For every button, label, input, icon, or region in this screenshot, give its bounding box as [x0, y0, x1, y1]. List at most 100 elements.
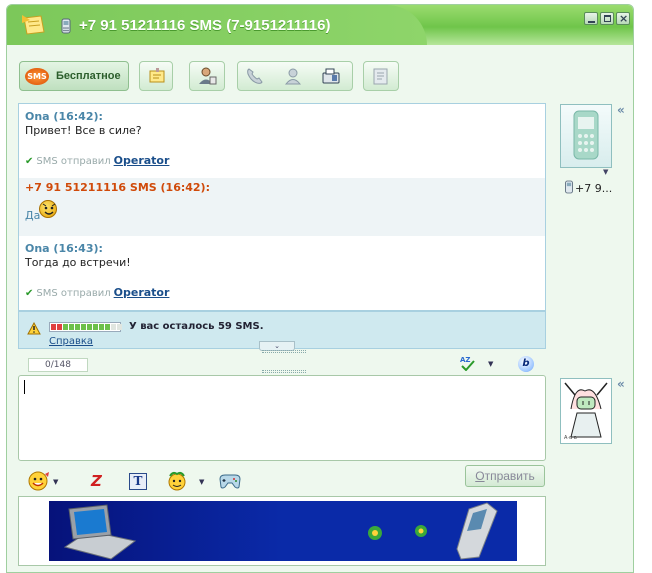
flower-icon: [368, 525, 427, 540]
meter-segment: [93, 324, 98, 330]
ad-banner-frame: [18, 496, 546, 566]
message-item: Ona (16:43): Тогда до встречи! ✔ SMS отпр…: [19, 236, 545, 310]
message-text: Тогда до встречи!: [25, 256, 131, 269]
meter-segment: [75, 324, 80, 330]
message-text: Привет! Все в силе?: [25, 124, 142, 137]
meter-segment: [111, 324, 116, 330]
notes-button[interactable]: [139, 61, 173, 91]
operator-link[interactable]: Operator: [114, 154, 170, 167]
ad-banner[interactable]: [49, 501, 517, 561]
message-item: Ona (16:42): Привет! Все в силе? ✔ SMS от…: [19, 104, 545, 178]
meter-segment: [57, 324, 62, 330]
maximize-button[interactable]: [600, 12, 614, 25]
contact-entry[interactable]: +7 9...: [563, 180, 612, 195]
window-title: +7 91 51211116 SMS (7-9151211116): [79, 17, 331, 34]
chevron-down-icon: ⌄: [274, 342, 280, 350]
status-text: SMS отправил: [36, 156, 111, 167]
meter-segment: [69, 324, 74, 330]
message-sender: Ona (16:42):: [25, 110, 103, 123]
call-button[interactable]: [238, 62, 276, 90]
sms-remaining-text: У вас осталось 59 SMS.: [129, 321, 264, 332]
desktop-edge: [636, 0, 652, 573]
cartoon-avatar-image: A·d·a: [564, 382, 608, 441]
delivery-status: ✔ SMS отправил Operator: [25, 154, 169, 167]
spellcheck-dropdown-icon[interactable]: ▼: [488, 360, 493, 368]
character-counter: 0/148: [28, 358, 88, 372]
spellcheck-icon[interactable]: AZ: [459, 355, 475, 371]
message-sender: Ona (16:43):: [25, 242, 103, 255]
contact-number: +7 9...: [575, 182, 613, 195]
history-icon: [373, 68, 388, 85]
fax-button[interactable]: [314, 62, 352, 90]
meter-segment: [105, 324, 110, 330]
free-sms-label: Бесплатное: [56, 70, 121, 82]
avatar-dropdown-icon[interactable]: ▼: [603, 168, 608, 176]
message-item: +7 91 51211116 SMS (16:42): Да: [19, 178, 545, 236]
contact-info-button[interactable]: [189, 61, 225, 91]
close-button[interactable]: ×: [616, 12, 630, 25]
call-tools-group: [237, 61, 353, 91]
call-icon: [247, 68, 263, 84]
sms-window: +7 91 51211116 SMS (7-9151211116) × SMS …: [6, 4, 634, 573]
voice-icon: [284, 68, 302, 85]
meter-segment: [99, 324, 104, 330]
font-icon[interactable]: T: [129, 473, 147, 490]
svg-text:AZ: AZ: [460, 356, 471, 364]
operator-link[interactable]: Operator: [114, 286, 170, 299]
sms-icon: SMS: [25, 68, 49, 85]
meter-segment: [63, 324, 68, 330]
mobile-phone-icon: [61, 18, 71, 34]
minimize-button[interactable]: [584, 12, 598, 25]
title-bar[interactable]: +7 91 51211116 SMS (7-9151211116) ×: [7, 5, 633, 45]
status-text: SMS отправил: [36, 288, 111, 299]
check-icon: ✔: [25, 288, 34, 299]
send-label: тправить: [484, 469, 535, 483]
message-sender: +7 91 51211116 SMS (16:42):: [25, 181, 210, 194]
emoticons-icon[interactable]: [27, 470, 51, 492]
mobile-phone-icon: [456, 502, 498, 560]
meter-segment: [51, 324, 56, 330]
banner-artwork: [63, 502, 498, 560]
contact-info-icon: [199, 67, 217, 85]
message-history[interactable]: Ona (16:42): Привет! Все в силе? ✔ SMS от…: [18, 103, 546, 311]
voice-button[interactable]: [276, 62, 314, 90]
format-icon[interactable]: b: [518, 356, 534, 372]
maximize-icon: [604, 15, 611, 22]
winks-icon[interactable]: [165, 470, 191, 492]
emoticons-dropdown-icon[interactable]: ▼: [53, 478, 58, 486]
splitter-handle[interactable]: [262, 370, 306, 373]
games-icon[interactable]: [217, 470, 243, 492]
free-sms-button[interactable]: SMS Бесплатное: [19, 61, 129, 91]
user-avatar[interactable]: A·d·a: [560, 378, 612, 444]
message-input[interactable]: [18, 375, 546, 461]
text-caret: [24, 380, 25, 394]
collapse-sidebar-icon[interactable]: «: [617, 103, 625, 117]
svg-text:A·d·a: A·d·a: [564, 435, 577, 441]
meter-segment: [117, 324, 122, 330]
minimize-icon: [588, 21, 595, 23]
message-text: Да: [25, 209, 41, 222]
help-link[interactable]: Справка: [49, 336, 93, 347]
close-icon: ×: [619, 12, 629, 25]
fax-icon: [322, 68, 340, 84]
warning-icon: [27, 322, 41, 335]
check-icon: ✔: [25, 156, 34, 167]
nudge-icon[interactable]: Z: [91, 472, 102, 490]
sticky-note-icon: [22, 15, 45, 35]
smiley-icon: [39, 200, 57, 218]
meter-segment: [87, 324, 92, 330]
mobile-phone-icon: [573, 110, 599, 160]
meter-segment: [81, 324, 86, 330]
send-button[interactable]: Отправить: [465, 465, 545, 487]
mobile-phone-icon: [565, 180, 573, 194]
contact-avatar[interactable]: [560, 104, 612, 168]
winks-dropdown-icon[interactable]: ▼: [199, 478, 204, 486]
laptop-icon: [63, 504, 137, 560]
splitter-handle[interactable]: [262, 350, 306, 353]
sms-remaining-meter: [49, 322, 122, 332]
history-button[interactable]: [363, 61, 399, 91]
notes-icon: [149, 68, 165, 83]
collapse-sidebar-icon[interactable]: «: [617, 377, 625, 391]
send-label-accelerator: О: [475, 469, 485, 483]
delivery-status: ✔ SMS отправил Operator: [25, 286, 169, 299]
